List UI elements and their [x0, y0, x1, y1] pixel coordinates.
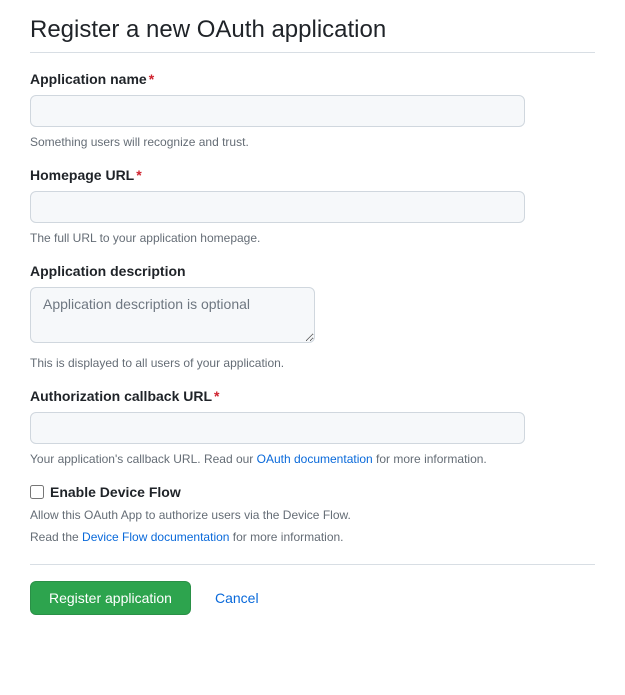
page-title: Register a new OAuth application [30, 16, 595, 53]
app-name-group: Application name* Something users will r… [30, 71, 595, 149]
app-name-input[interactable] [30, 95, 525, 127]
callback-note: Your application's callback URL. Read ou… [30, 452, 595, 466]
callback-label-text: Authorization callback URL [30, 388, 212, 404]
app-name-note: Something users will recognize and trust… [30, 135, 595, 149]
homepage-note: The full URL to your application homepag… [30, 231, 595, 245]
callback-input[interactable] [30, 412, 525, 444]
callback-note-prefix: Your application's callback URL. Read ou… [30, 452, 257, 466]
description-textarea[interactable] [30, 287, 315, 343]
callback-group: Authorization callback URL* Your applica… [30, 388, 595, 466]
description-label: Application description [30, 263, 595, 279]
device-flow-label: Enable Device Flow [50, 484, 181, 500]
divider [30, 564, 595, 565]
actions-row: Register application Cancel [30, 581, 595, 615]
required-asterisk: * [214, 388, 219, 404]
required-asterisk: * [149, 71, 154, 87]
device-flow-note1: Allow this OAuth App to authorize users … [30, 508, 595, 522]
oauth-docs-link[interactable]: OAuth documentation [257, 452, 373, 466]
device-flow-note2-prefix: Read the [30, 530, 82, 544]
homepage-input[interactable] [30, 191, 525, 223]
homepage-label: Homepage URL* [30, 167, 595, 183]
callback-note-suffix: for more information. [373, 452, 487, 466]
device-flow-note2-suffix: for more information. [229, 530, 343, 544]
register-button[interactable]: Register application [30, 581, 191, 615]
device-flow-row: Enable Device Flow [30, 484, 595, 500]
description-group: Application description This is displaye… [30, 263, 595, 370]
cancel-link[interactable]: Cancel [215, 590, 259, 606]
callback-label: Authorization callback URL* [30, 388, 595, 404]
device-flow-note2: Read the Device Flow documentation for m… [30, 530, 595, 544]
app-name-label-text: Application name [30, 71, 147, 87]
homepage-label-text: Homepage URL [30, 167, 134, 183]
description-note: This is displayed to all users of your a… [30, 356, 595, 370]
device-flow-checkbox[interactable] [30, 485, 44, 499]
device-flow-docs-link[interactable]: Device Flow documentation [82, 530, 229, 544]
homepage-group: Homepage URL* The full URL to your appli… [30, 167, 595, 245]
app-name-label: Application name* [30, 71, 595, 87]
required-asterisk: * [136, 167, 141, 183]
